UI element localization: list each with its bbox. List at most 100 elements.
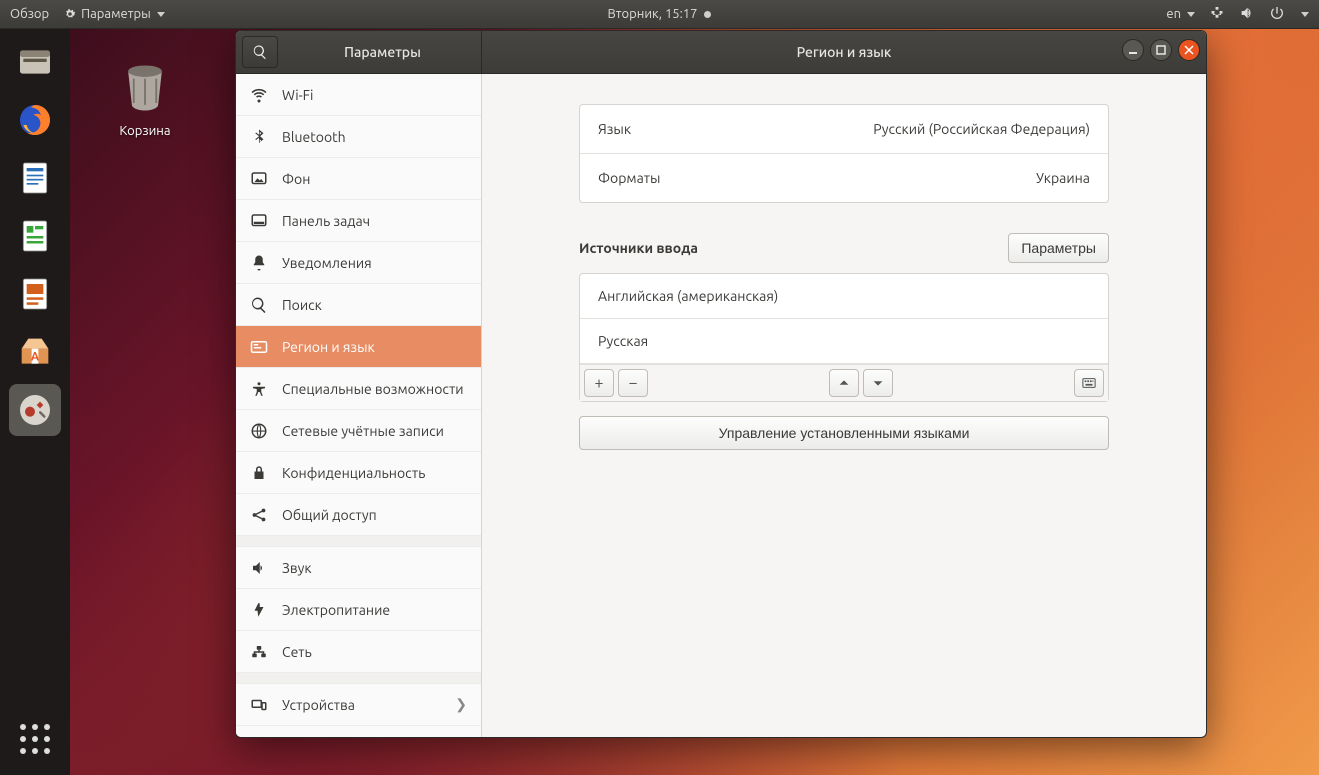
input-sources-title: Источники ввода — [579, 240, 698, 256]
move-up-button[interactable] — [829, 369, 859, 397]
sidebar-item-bluetooth[interactable]: Bluetooth — [236, 116, 481, 158]
dock-files[interactable] — [9, 36, 61, 88]
sidebar-item-label: Bluetooth — [282, 129, 346, 145]
sidebar-item-share[interactable]: Общий доступ — [236, 494, 481, 536]
launcher-dock: A — [0, 28, 70, 775]
language-label: Язык — [598, 121, 631, 137]
sidebar-item-online[interactable]: Сетевые учётные записи — [236, 410, 481, 452]
window-close-button[interactable] — [1178, 39, 1200, 61]
remove-input-source-button[interactable]: − — [618, 369, 648, 397]
dock-writer[interactable] — [9, 152, 61, 204]
desktop-trash[interactable]: Корзина — [100, 58, 190, 138]
sidebar-item-privacy[interactable]: Конфиденциальность — [236, 452, 481, 494]
share-icon — [250, 506, 268, 524]
formats-row[interactable]: Форматы Украина — [580, 154, 1108, 202]
sidebar-item-label: Wi-Fi — [282, 87, 313, 103]
trash-label: Корзина — [100, 124, 190, 138]
sidebar-item-wifi[interactable]: Wi-Fi — [236, 74, 481, 116]
activities-label: Обзор — [10, 7, 49, 21]
devices-icon — [250, 696, 268, 714]
input-options-label: Параметры — [1021, 240, 1096, 256]
power-icon — [250, 601, 268, 619]
bell-icon — [250, 254, 268, 272]
window-maximize-button[interactable] — [1150, 39, 1172, 61]
dock-firefox[interactable] — [9, 94, 61, 146]
volume-icon[interactable] — [1239, 5, 1255, 24]
settings-sidebar: Wi-Fi Bluetooth Фон Панель задач Уведомления… — [236, 74, 482, 737]
search-icon — [252, 44, 268, 60]
sidebar-item-search[interactable]: Поиск — [236, 284, 481, 326]
app-menu[interactable]: Параметры — [63, 7, 165, 21]
sidebar-item-dock[interactable]: Панель задач — [236, 200, 481, 242]
settings-app-icon — [63, 7, 77, 21]
input-sources-list: Английская (американская) Русская + − — [579, 273, 1109, 402]
trash-icon — [115, 58, 175, 118]
plus-icon: + — [594, 374, 603, 392]
dock-calc[interactable] — [9, 210, 61, 262]
chevron-up-icon — [837, 376, 851, 390]
sidebar-item-label: Фон — [282, 171, 310, 187]
input-source-row[interactable]: Английская (американская) — [580, 274, 1108, 319]
chevron-right-icon: ❯ — [455, 696, 467, 713]
input-language-indicator[interactable]: en — [1166, 7, 1195, 21]
dock-icon — [250, 212, 268, 230]
sidebar-item-label: Общий доступ — [282, 507, 377, 523]
settings-window: Параметры Регион и язык Wi-Fi Bluetooth Фо… — [235, 30, 1207, 738]
sidebar-item-label: Панель задач — [282, 213, 370, 229]
manage-languages-button[interactable]: Управление установленными языками — [579, 416, 1109, 450]
sidebar-item-info[interactable]: Сведения о системе❯ — [236, 726, 481, 737]
bluetooth-icon — [250, 128, 268, 146]
move-down-button[interactable] — [863, 369, 893, 397]
input-source-row[interactable]: Русская — [580, 319, 1108, 364]
dock-software[interactable]: A — [9, 326, 61, 378]
language-value: Русский (Российская Федерация) — [873, 121, 1090, 137]
activities-button[interactable]: Обзор — [10, 7, 49, 21]
dock-impress[interactable] — [9, 268, 61, 320]
online-icon — [250, 422, 268, 440]
clock-label[interactable]: Вторник, 15:17 — [608, 7, 698, 21]
sidebar-item-network[interactable]: Сеть — [236, 631, 481, 673]
sidebar-item-label: Регион и язык — [282, 339, 375, 355]
region-icon — [250, 338, 268, 356]
language-row[interactable]: Язык Русский (Российская Федерация) — [580, 105, 1108, 154]
header-title-right: Регион и язык — [797, 44, 892, 60]
network-icon[interactable] — [1209, 5, 1225, 24]
dock-settings[interactable] — [9, 384, 61, 436]
dock-show-apps[interactable] — [9, 713, 61, 765]
sidebar-item-a11y[interactable]: Специальные возможности — [236, 368, 481, 410]
window-minimize-button[interactable] — [1122, 39, 1144, 61]
show-keyboard-layout-button[interactable] — [1074, 369, 1104, 397]
notification-dot-icon — [704, 11, 711, 18]
a11y-icon — [250, 380, 268, 398]
search-button[interactable] — [242, 36, 278, 68]
manage-languages-label: Управление установленными языками — [719, 425, 970, 441]
sidebar-item-label: Сетевые учётные записи — [282, 423, 444, 439]
formats-value: Украина — [1036, 170, 1090, 186]
caret-down-icon — [1301, 12, 1309, 17]
sidebar-item-label: Поиск — [282, 297, 322, 313]
sidebar-item-label: Устройства — [282, 697, 355, 713]
sidebar-item-background[interactable]: Фон — [236, 158, 481, 200]
input-source-label: Русская — [598, 333, 648, 349]
input-sources-toolbar: + − — [580, 364, 1108, 401]
add-input-source-button[interactable]: + — [584, 369, 614, 397]
input-options-button[interactable]: Параметры — [1008, 233, 1109, 263]
settings-content: Язык Русский (Российская Федерация) Форм… — [482, 74, 1206, 737]
language-formats-card: Язык Русский (Российская Федерация) Форм… — [579, 104, 1109, 203]
sidebar-item-power[interactable]: Электропитание — [236, 589, 481, 631]
window-header: Параметры Регион и язык — [236, 31, 1206, 74]
close-icon — [1184, 45, 1194, 55]
sidebar-item-region[interactable]: Регион и язык — [236, 326, 481, 368]
sidebar-item-label: Электропитание — [282, 602, 390, 618]
sidebar-item-label: Звук — [282, 560, 312, 576]
top-bar: Обзор Параметры Вторник, 15:17 en — [0, 0, 1319, 29]
sidebar-item-devices[interactable]: Устройства ❯ — [236, 684, 481, 726]
sidebar-item-bell[interactable]: Уведомления — [236, 242, 481, 284]
sidebar-item-sound[interactable]: Звук — [236, 547, 481, 589]
svg-text:A: A — [31, 350, 40, 363]
network-icon — [250, 643, 268, 661]
minus-icon: − — [628, 374, 637, 392]
power-icon[interactable] — [1269, 5, 1285, 24]
header-title-left: Параметры — [284, 44, 481, 60]
search-icon — [250, 296, 268, 314]
